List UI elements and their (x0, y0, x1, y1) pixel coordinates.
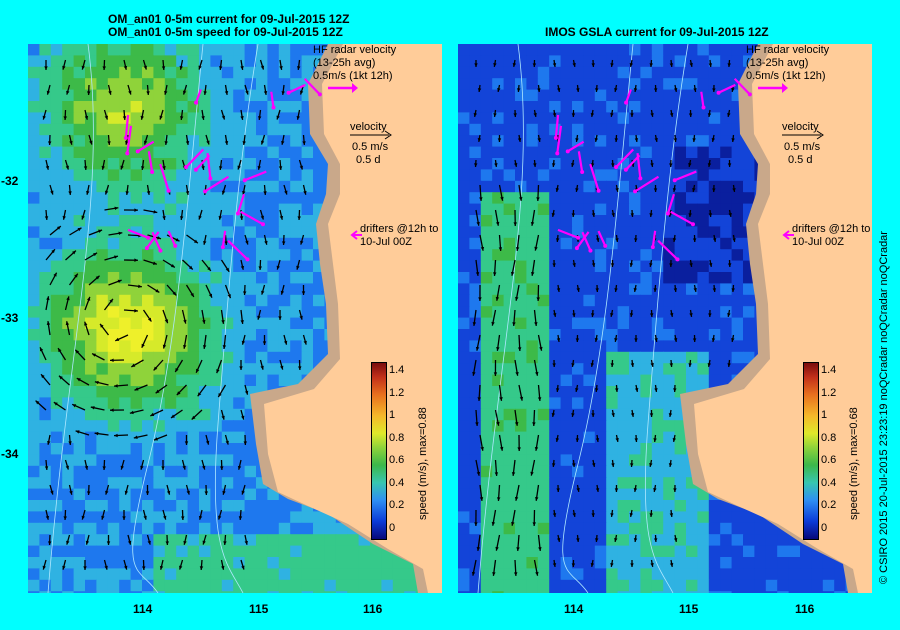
lat-tick-32: -32 (1, 174, 19, 188)
drifter-legend-left: drifters @12h to 10-Jul 00Z (360, 223, 438, 249)
colorbar-tick-label: 0 (389, 521, 396, 534)
lon-tick-116-left: 116 (363, 602, 383, 616)
colorbar-title-right: speed (m/s), max=0.68 (848, 407, 860, 520)
drifter-legend-right: drifters @12h to 10-Jul 00Z (792, 223, 870, 249)
left-title-line2: OM_an01 0-5m speed for 09-Jul-2015 12Z (108, 25, 343, 39)
colorbar-tick-label: 1.4 (821, 364, 837, 376)
hf-legend-arrow-left (328, 83, 358, 93)
lon-tick-116-right: 116 (795, 602, 815, 616)
drifter-legend-arrow-left (350, 230, 362, 240)
drifter-legend-arrow-right (782, 230, 794, 240)
colorbar-tick-label: 1.4 (389, 364, 405, 376)
hf-legend-line1: HF radar velocity (313, 44, 397, 56)
colorbar-tick-label: 0.2 (821, 499, 837, 511)
velocity-legend-speed: 0.5 m/s (352, 141, 389, 153)
colorbar-tick-label: 1.2 (821, 386, 837, 399)
hf-legend-line1: HF radar velocity (746, 44, 830, 56)
lon-tick-114-right: 114 (564, 602, 584, 616)
colorbar-title-left: speed (m/s), max=0.88 (417, 407, 429, 520)
drifter-legend-line1: drifters @12h to (360, 223, 439, 235)
hf-legend-line2: (13-25h avg) (313, 57, 376, 69)
velocity-legend-speed: 0.5 m/s (784, 141, 821, 153)
lon-tick-115-right: 115 (679, 602, 699, 616)
colorbar-tick-label: 1 (821, 409, 828, 421)
hf-legend-right: HF radar velocity (13-25h avg) 0.5m/s (1… (746, 44, 829, 83)
colorbar-right (803, 362, 819, 540)
colorbar-tick-label: 0.4 (389, 476, 405, 489)
velocity-legend-values-right: 0.5 m/s 0.5 d (784, 141, 820, 167)
colorbar-tick-label: 0.4 (821, 476, 837, 489)
drifter-legend-line1: drifters @12h to (792, 223, 871, 235)
colorbar-tick-label: 0.6 (821, 454, 837, 466)
drifter-legend-line2: 10-Jul 00Z (360, 236, 412, 248)
drifter-legend-line2: 10-Jul 00Z (792, 236, 844, 248)
velocity-legend-time: 0.5 d (788, 154, 813, 166)
colorbar-tick-label: 0.8 (821, 431, 837, 444)
colorbar-tick-label: 0 (821, 521, 828, 534)
lon-tick-115-left: 115 (249, 602, 269, 616)
velocity-legend-time: 0.5 d (356, 154, 381, 166)
velocity-legend-arrow-left (350, 130, 392, 140)
left-title-line1: OM_an01 0-5m current for 09-Jul-2015 12Z (108, 12, 350, 26)
colorbar-tick-label: 0.6 (389, 454, 405, 466)
hf-legend-left: HF radar velocity (13-25h avg) 0.5m/s (1… (313, 44, 396, 83)
velocity-legend-arrow-right (782, 130, 824, 140)
lat-tick-33: -33 (1, 311, 19, 325)
hf-legend-line2: (13-25h avg) (746, 57, 809, 69)
colorbar-left (371, 362, 387, 540)
lon-tick-114-left: 114 (133, 602, 153, 616)
colorbar-tick-label: 0.2 (389, 499, 405, 511)
colorbar-tick-label: 1.2 (389, 386, 405, 399)
right-title: IMOS GSLA current for 09-Jul-2015 12Z (545, 25, 769, 39)
credit-text: © CSIRO 2015 20-Jul-2015 23:23:19 noQCra… (878, 231, 890, 584)
lat-tick-34: -34 (1, 447, 19, 461)
colorbar-tick-label: 1 (389, 409, 396, 421)
hf-legend-arrow-right (758, 83, 788, 93)
colorbar-tick-label: 0.8 (389, 431, 405, 444)
velocity-legend-values-left: 0.5 m/s 0.5 d (352, 141, 388, 167)
